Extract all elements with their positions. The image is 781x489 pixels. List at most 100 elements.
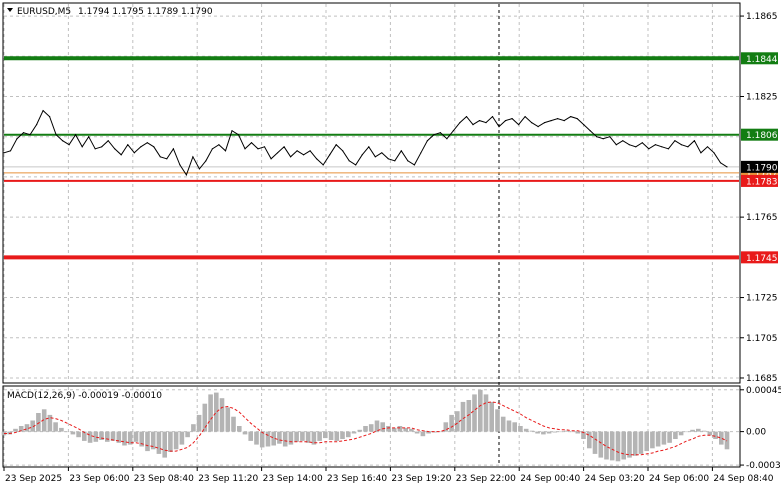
price-chart[interactable]: 1.18441.18061.17871.17901.17831.1745 1.1… bbox=[0, 0, 781, 489]
macd-histogram-bar bbox=[403, 427, 408, 432]
macd-histogram-bar bbox=[36, 413, 41, 432]
macd-histogram-bar bbox=[523, 428, 529, 432]
price-point bbox=[185, 174, 187, 176]
price-point bbox=[400, 150, 402, 152]
chart-header: EURUSD,M5 1.1794 1.1795 1.1789 1.1790 bbox=[7, 7, 213, 17]
macd-histogram-bar bbox=[707, 431, 713, 436]
macd-histogram-bar bbox=[368, 424, 374, 432]
macd-histogram-bar bbox=[363, 426, 368, 432]
macd-histogram-bar bbox=[254, 431, 259, 445]
level-price-label: 1.1783 bbox=[746, 177, 778, 187]
macd-histogram-bar bbox=[237, 426, 242, 432]
macd-histogram-bar bbox=[478, 389, 483, 432]
price-point bbox=[303, 154, 305, 156]
macd-histogram-bar bbox=[546, 431, 552, 434]
price-point bbox=[153, 146, 155, 148]
macd-histogram-bar bbox=[592, 431, 598, 454]
price-point bbox=[531, 122, 533, 124]
macd-histogram-bar bbox=[225, 407, 231, 432]
price-point bbox=[329, 154, 331, 156]
macd-histogram-bar bbox=[575, 431, 581, 434]
macd-histogram-bar bbox=[529, 430, 535, 432]
price-point bbox=[654, 144, 657, 146]
price-point bbox=[524, 116, 526, 118]
macd-histogram-bar bbox=[655, 431, 661, 447]
macd-histogram-bar bbox=[105, 431, 110, 442]
price-point bbox=[485, 122, 487, 124]
price-point bbox=[62, 140, 64, 142]
price-point bbox=[368, 146, 370, 148]
price-point bbox=[290, 156, 292, 158]
price-point bbox=[387, 158, 389, 160]
price-point bbox=[693, 140, 696, 142]
x-tick-label: 23 Sep 11:20 bbox=[198, 474, 258, 484]
macd-histogram-bar bbox=[690, 429, 695, 432]
macd-histogram-bar bbox=[288, 431, 294, 445]
macd-histogram-bar bbox=[609, 431, 615, 461]
price-point bbox=[36, 124, 38, 126]
macd-histogram-bar bbox=[59, 427, 64, 432]
macd-histogram-bar bbox=[196, 414, 202, 432]
price-point bbox=[648, 148, 650, 150]
macd-histogram-bar bbox=[632, 431, 638, 456]
macd-histogram-bar bbox=[615, 431, 621, 462]
price-point bbox=[713, 152, 715, 154]
y-tick-label: 1.1765 bbox=[746, 213, 778, 223]
price-point bbox=[381, 152, 383, 154]
price-point bbox=[316, 158, 318, 160]
macd-histogram-bar bbox=[351, 431, 357, 434]
macd-histogram-bar bbox=[64, 431, 70, 433]
macd-histogram-bar bbox=[219, 398, 225, 432]
macd-histogram-bar bbox=[621, 431, 626, 460]
y-tick-label: 1.1685 bbox=[746, 374, 778, 384]
macd-histogram-bar bbox=[47, 414, 53, 432]
price-point bbox=[101, 146, 103, 148]
price-point bbox=[29, 134, 31, 136]
macd-histogram-bar bbox=[191, 424, 196, 432]
price-point bbox=[322, 164, 324, 166]
macd-histogram-bar bbox=[409, 428, 414, 432]
price-point bbox=[511, 118, 513, 120]
macd-y-tick-label: 0.00045 bbox=[746, 386, 781, 396]
macd-histogram-bar bbox=[483, 394, 489, 432]
macd-histogram-bar bbox=[449, 414, 454, 432]
price-point bbox=[394, 160, 396, 162]
level-price-label: 1.1745 bbox=[746, 254, 778, 264]
price-point bbox=[615, 144, 617, 146]
macd-histogram-bar bbox=[168, 431, 173, 452]
y-tick-label: 1.1865 bbox=[746, 12, 778, 22]
macd-histogram-bar bbox=[179, 431, 185, 445]
macd-histogram-bar bbox=[323, 431, 328, 439]
macd-histogram-bar bbox=[53, 422, 58, 432]
macd-histogram-bar bbox=[294, 431, 299, 442]
x-tick-label: 23 Sep 19:20 bbox=[391, 474, 451, 484]
price-point bbox=[55, 134, 57, 136]
x-tick-label: 23 Sep 2025 bbox=[5, 474, 62, 484]
macd-histogram-bar bbox=[541, 431, 546, 435]
price-point bbox=[563, 120, 565, 122]
macd-histogram-bar bbox=[265, 431, 271, 447]
price-point bbox=[205, 160, 207, 162]
macd-histogram-bar bbox=[489, 401, 494, 432]
macd-histogram-bar bbox=[248, 431, 253, 441]
macd-histogram-bar bbox=[122, 431, 127, 446]
price-point bbox=[413, 164, 415, 166]
price-point bbox=[224, 150, 227, 152]
price-point bbox=[81, 146, 83, 148]
price-point bbox=[296, 150, 298, 152]
price-point bbox=[550, 120, 552, 122]
price-point bbox=[407, 160, 409, 162]
macd-histogram-bar bbox=[518, 426, 523, 432]
symbol-label: EURUSD,M5 bbox=[17, 7, 71, 17]
price-point bbox=[133, 152, 135, 154]
y-tick-label: 1.1725 bbox=[746, 294, 778, 304]
price-point bbox=[374, 156, 376, 158]
price-point bbox=[589, 130, 591, 132]
price-point bbox=[75, 134, 77, 136]
price-point bbox=[687, 146, 689, 148]
y-axis-labels: 1.1865 1.1825 1.1765 1.1725 1.1705 1.1685 0.00… bbox=[740, 12, 781, 471]
price-point bbox=[439, 132, 441, 134]
macd-histogram-bar bbox=[420, 431, 426, 437]
price-point bbox=[576, 118, 578, 120]
x-tick-label: 24 Sep 08:40 bbox=[713, 474, 773, 484]
